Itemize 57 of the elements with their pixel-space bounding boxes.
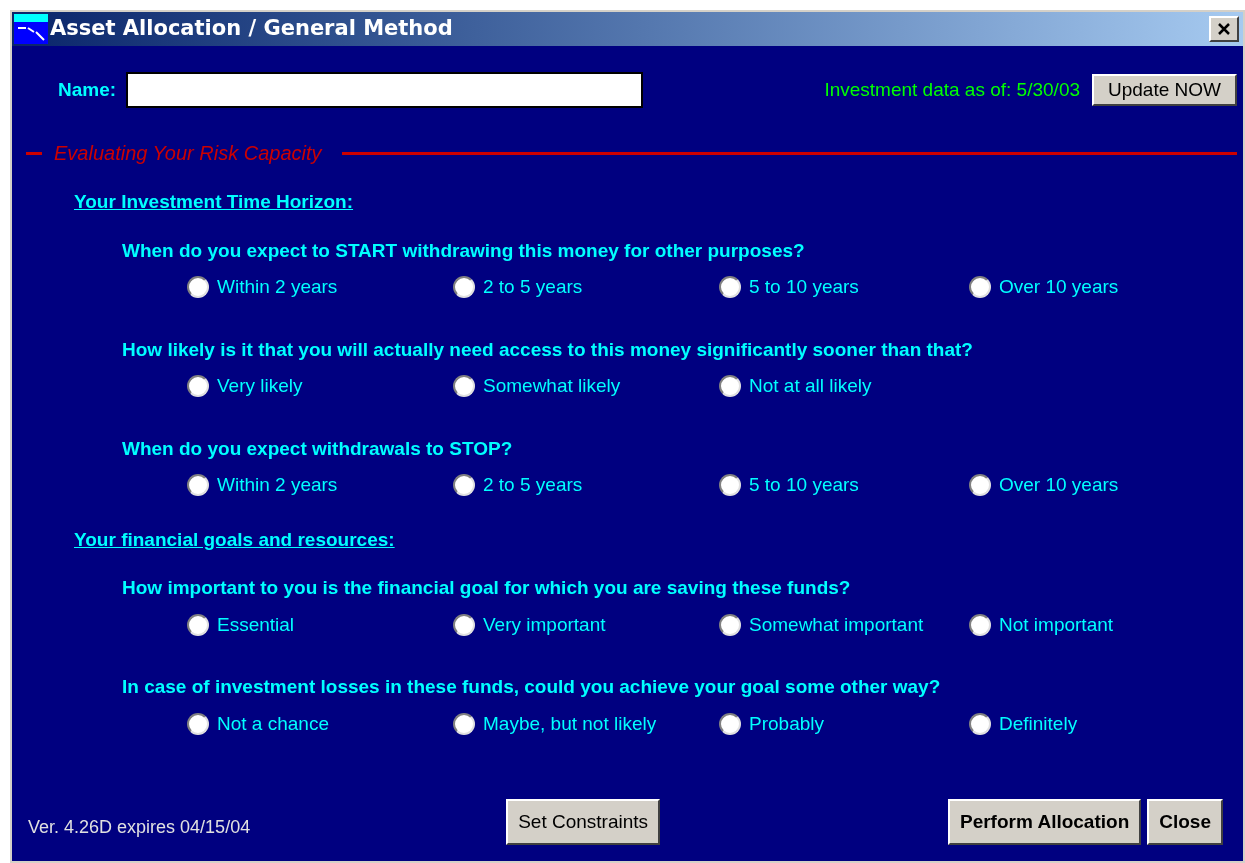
name-label: Name: [58, 77, 117, 102]
app-icon [14, 14, 48, 44]
radio-button[interactable] [969, 712, 991, 735]
radio-button[interactable] [187, 712, 209, 735]
radio-button[interactable] [453, 474, 475, 497]
question-text: How important to you is the financial goal for which you are saving these funds? [122, 576, 851, 600]
radio-option[interactable]: Maybe, but not likely [453, 709, 657, 738]
radio-option[interactable]: 5 to 10 years [719, 471, 859, 500]
radio-option[interactable]: Not at all likely [719, 372, 872, 401]
radio-option[interactable]: Very likely [187, 372, 303, 401]
radio-option[interactable]: Somewhat likely [453, 372, 621, 401]
radio-option[interactable]: Very important [453, 610, 606, 639]
radio-button[interactable] [453, 712, 475, 735]
question-text: When do you expect withdrawals to STOP? [122, 436, 513, 461]
radio-button[interactable] [453, 375, 475, 398]
radio-option[interactable]: Not a chance [187, 709, 329, 738]
radio-button[interactable] [719, 613, 741, 636]
radio-option[interactable]: Essential [187, 610, 295, 639]
question-text: How likely is it that you will actually need access to this money significantly sooner than that? [122, 337, 973, 362]
set-constraints-button[interactable]: Set Constraints [506, 799, 661, 845]
radio-button[interactable] [719, 375, 741, 398]
radio-button[interactable] [969, 613, 991, 636]
name-field[interactable] [126, 72, 644, 108]
close-icon[interactable] [1209, 16, 1239, 42]
radio-option[interactable]: 2 to 5 years [453, 273, 583, 302]
question-text: When do you expect to START withdrawing this money for other purposes? [122, 238, 805, 263]
radio-option[interactable]: Probably [719, 709, 824, 738]
radio-button[interactable] [969, 276, 991, 299]
close-button[interactable]: Close [1147, 799, 1223, 845]
window-title: Asset Allocation / General Method [50, 15, 453, 43]
radio-option[interactable]: Within 2 years [187, 273, 338, 302]
group-heading: Your financial goals and resources: [74, 527, 395, 552]
update-button[interactable]: Update NOW [1092, 74, 1237, 106]
section-title: Evaluating Your Risk Capacity [54, 141, 322, 166]
radio-option[interactable]: Definitely [969, 709, 1078, 738]
question-text: In case of investment losses in these funds, could you achieve your goal some other way? [122, 675, 941, 699]
radio-button[interactable] [187, 375, 209, 398]
radio-button[interactable] [187, 474, 209, 497]
radio-option[interactable]: Not important [969, 610, 1114, 639]
perform-allocation-button[interactable]: Perform Allocation [948, 799, 1142, 845]
radio-button[interactable] [719, 712, 741, 735]
radio-button[interactable] [719, 276, 741, 299]
radio-option[interactable]: 2 to 5 years [453, 471, 583, 500]
radio-option[interactable]: Within 2 years [187, 471, 338, 500]
radio-button[interactable] [453, 276, 475, 299]
radio-option[interactable]: Somewhat important [719, 610, 924, 639]
radio-button[interactable] [969, 474, 991, 497]
radio-option[interactable]: 5 to 10 years [719, 273, 859, 302]
radio-button[interactable] [187, 613, 209, 636]
radio-option[interactable]: Over 10 years [969, 273, 1119, 302]
radio-button[interactable] [453, 613, 475, 636]
radio-button[interactable] [719, 474, 741, 497]
radio-button[interactable] [187, 276, 209, 299]
group-heading: Your Investment Time Horizon: [74, 190, 354, 214]
data-date-text: Investment data as of: 5/30/03 [824, 77, 1080, 102]
version-text: Ver. 4.26D expires 04/15/04 [28, 816, 251, 839]
radio-option[interactable]: Over 10 years [969, 471, 1119, 500]
